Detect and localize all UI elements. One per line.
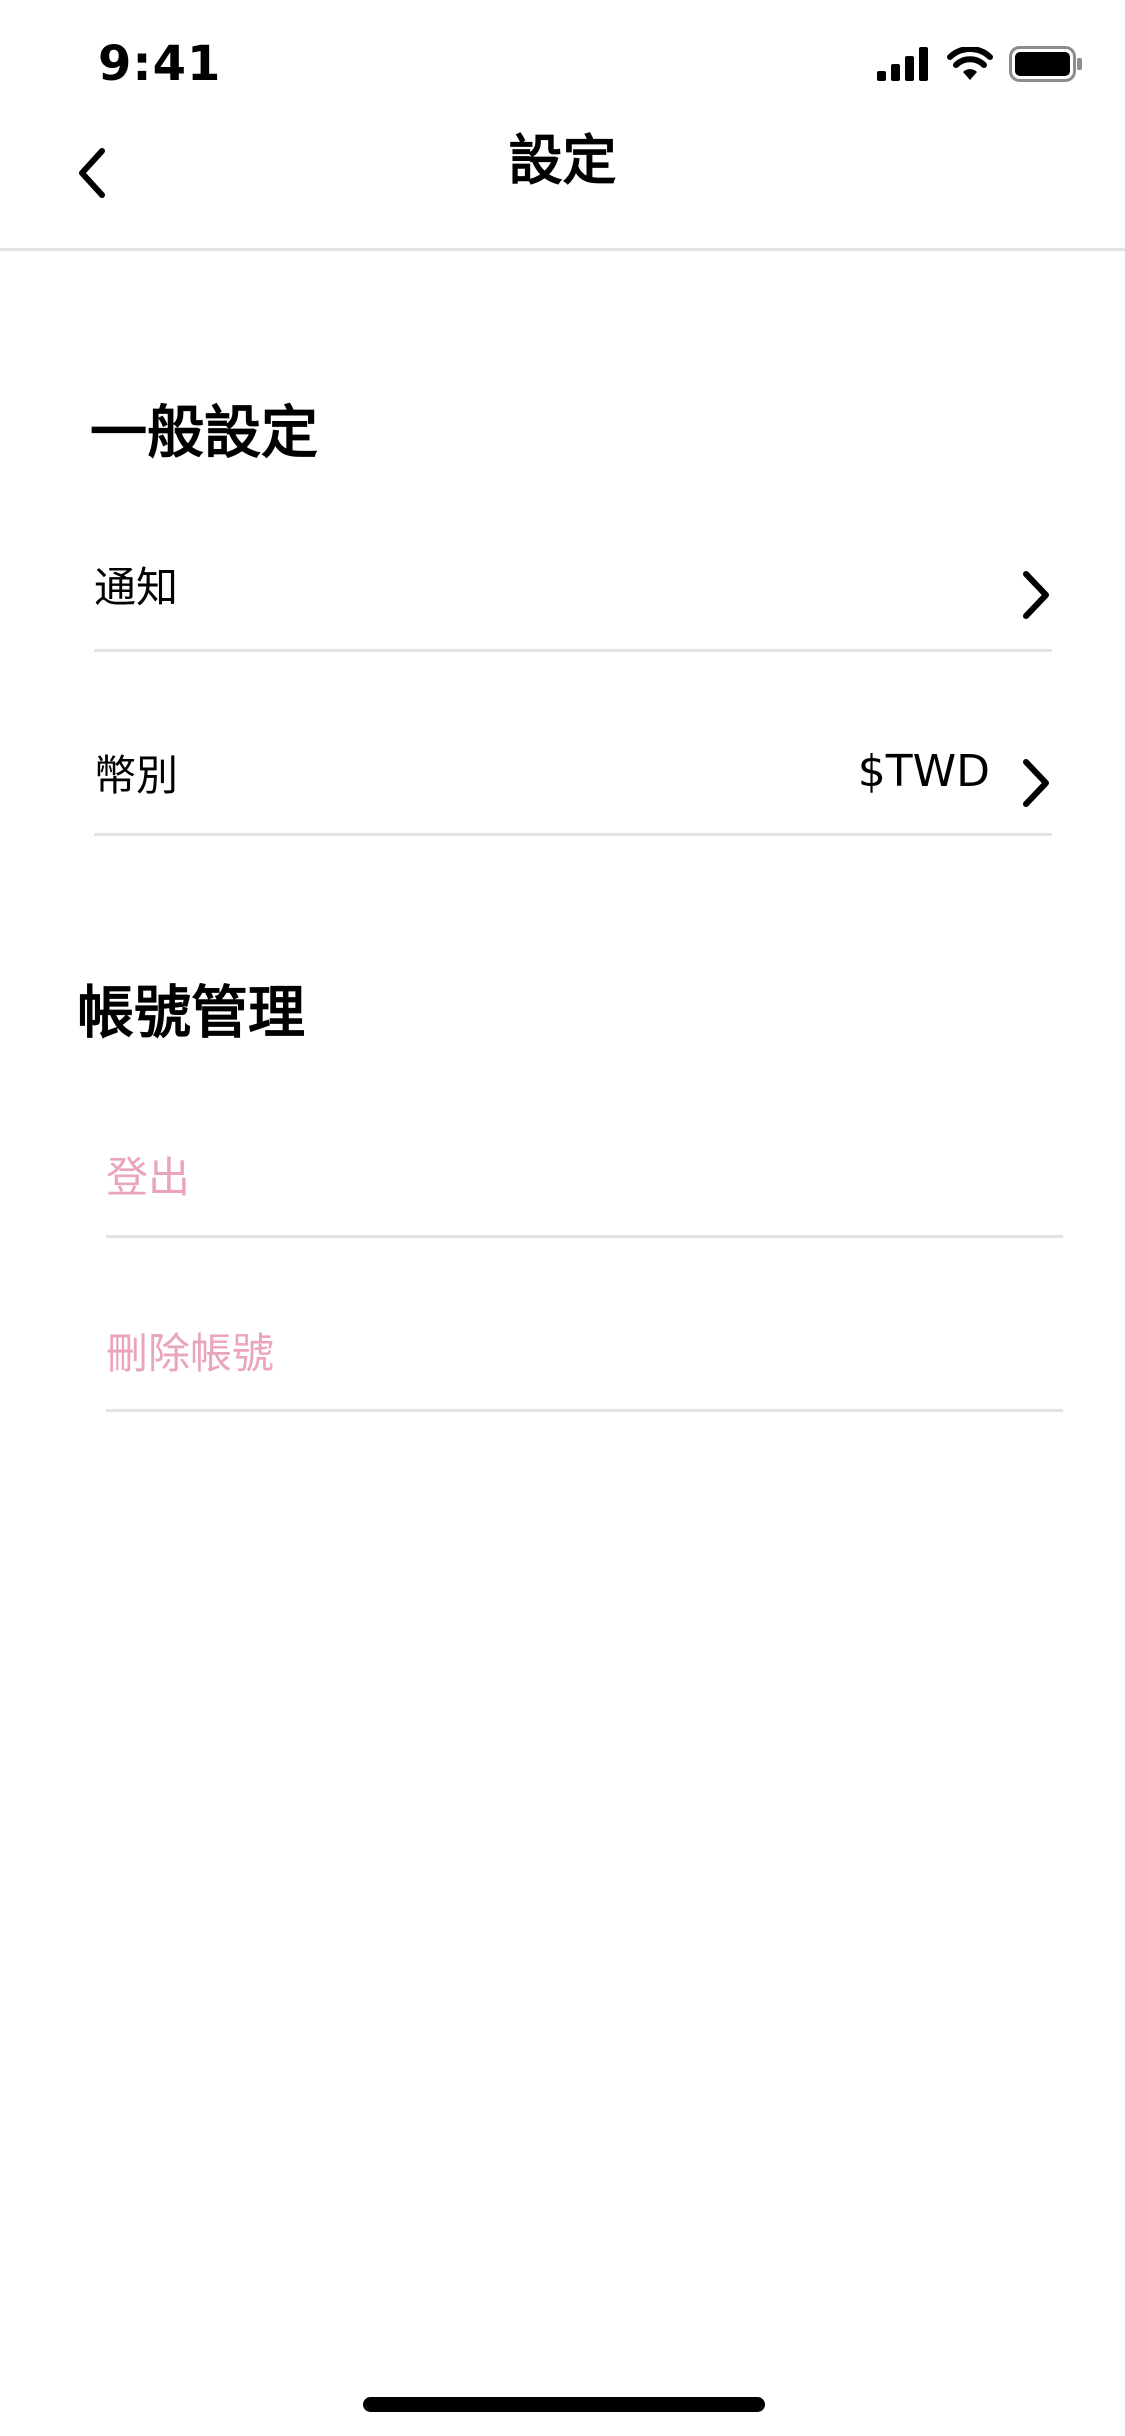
battery-icon [1009,46,1082,82]
notifications-row[interactable]: 通知 [94,560,1052,652]
account-management-heading: 帳號管理 [77,980,305,1046]
nav-divider [0,248,1125,251]
delete-account-label: 刪除帳號 [106,1329,275,1378]
settings-screen: 9:41 設定 一般設定 通知 幣別 $TWD 帳號管理 登出 刪除帳號 [0,0,1125,2436]
home-indicator[interactable] [363,2397,765,2412]
status-icons [877,44,1083,84]
cellular-signal-icon [877,47,928,81]
row-divider [106,1235,1063,1238]
delete-account-button[interactable]: 刪除帳號 [106,1326,1063,1412]
row-divider [94,649,1052,652]
chevron-right-icon [1023,759,1049,807]
row-divider [94,833,1052,836]
currency-value: $TWD [857,746,990,797]
status-time: 9:41 [98,36,222,92]
logout-button[interactable]: 登出 [106,1150,1063,1238]
notifications-label: 通知 [94,563,179,612]
page-title: 設定 [508,129,617,192]
row-divider [106,1409,1063,1412]
chevron-right-icon [1023,571,1049,619]
wifi-icon [947,47,993,80]
currency-label: 幣別 [94,751,179,800]
logout-label: 登出 [106,1153,191,1202]
currency-row[interactable]: 幣別 $TWD [94,746,1052,836]
general-settings-heading: 一般設定 [90,400,318,466]
